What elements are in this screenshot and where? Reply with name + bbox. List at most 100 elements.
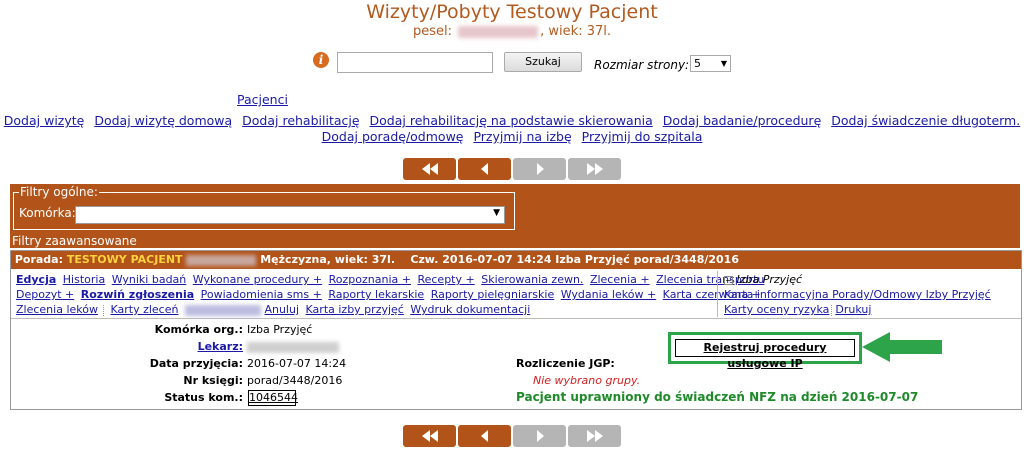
- visit-card-header: Porada: TESTOWY PACJENT Mężczyzna, wiek:…: [11, 251, 1021, 269]
- deposit-link[interactable]: Depozyt +: [16, 288, 74, 301]
- er-card-link[interactable]: Karta izby przyjęć: [306, 303, 404, 316]
- double-right-arrow-icon: [586, 430, 603, 442]
- book-number-label: Nr księgi:: [183, 374, 243, 387]
- prev-page-button[interactable]: [458, 425, 511, 447]
- expand-reports-link[interactable]: Rozwiń zgłoszenia: [81, 288, 194, 301]
- komorka-select[interactable]: ▼: [75, 206, 505, 224]
- add-rehab-referral-link[interactable]: Dodaj rehabilitację na podstawie skierow…: [370, 113, 653, 128]
- page-size-select[interactable]: 5 ▼: [690, 55, 731, 72]
- divider: [102, 304, 105, 316]
- jgp-value: Nie wybrano grupy.: [533, 374, 641, 387]
- visit-menu-row1: Edycja Historia Wyniki badań Wykonane pr…: [16, 273, 767, 286]
- pesel-redacted: [458, 25, 539, 38]
- pager-bottom: [403, 425, 621, 447]
- admission-date-label: Data przyjęcia:: [149, 357, 243, 370]
- admit-hospital-link[interactable]: Przyjmij do szpitala: [582, 129, 703, 144]
- doctor-link[interactable]: Lekarz:: [198, 340, 243, 353]
- chevron-down-icon: ▼: [493, 208, 500, 218]
- first-page-button[interactable]: [403, 425, 456, 447]
- doctor-reports-link[interactable]: Raporty lekarskie: [328, 288, 424, 301]
- last-page-button[interactable]: [568, 425, 621, 447]
- action-links-row1: Dodaj wizytę Dodaj wizytę domową Dodaj r…: [0, 113, 1024, 128]
- referrals-link[interactable]: Skierowania zewn.: [481, 273, 583, 286]
- pesel-redacted: [186, 254, 257, 266]
- test-results-link[interactable]: Wyniki badań: [112, 273, 187, 286]
- print-link[interactable]: Drukuj: [835, 303, 871, 316]
- patient-name: TESTOWY PACJENT: [66, 253, 183, 266]
- risk-cards-link[interactable]: Karty oceny ryzyka: [724, 303, 829, 316]
- sms-link[interactable]: Powiadomienia sms +: [201, 288, 322, 301]
- pager-top: [403, 158, 621, 180]
- divider: [11, 318, 1021, 319]
- drug-issues-link[interactable]: Wydania leków +: [561, 288, 656, 301]
- procedures-link[interactable]: Wykonane procedury +: [193, 273, 322, 286]
- edit-link[interactable]: Edycja: [16, 273, 56, 286]
- right-arrow-icon: [536, 430, 544, 442]
- double-right-arrow-icon: [586, 163, 603, 175]
- collapse-icon[interactable]: −: [724, 276, 733, 285]
- nfz-eligibility: Pacjent uprawniony do świadczeń NFZ na d…: [516, 390, 919, 404]
- status-value-box[interactable]: 1046544: [248, 390, 298, 406]
- search-button[interactable]: Szukaj: [504, 52, 582, 72]
- visit-type-label: Porada:: [14, 253, 64, 266]
- cancel-link[interactable]: Anuluj: [264, 303, 299, 316]
- advanced-filters-toggle[interactable]: Filtry zaawansowane: [12, 234, 137, 248]
- nurse-reports-link[interactable]: Raporty pielęgniarskie: [431, 288, 555, 301]
- er-info-card-link[interactable]: Karta informacyjna Porady/Odmowy Izby Pr…: [724, 288, 991, 301]
- double-left-arrow-icon: [421, 163, 438, 175]
- double-left-arrow-icon: [421, 430, 438, 442]
- admit-er-link[interactable]: Przyjmij na izbę: [473, 129, 571, 144]
- pesel-label: pesel:: [413, 24, 453, 39]
- action-links-row2: Dodaj poradę/odmowę Przyjmij na izbę Prz…: [0, 129, 1024, 144]
- book-number-value: porad/3448/2016: [247, 374, 343, 387]
- next-page-button[interactable]: [513, 425, 566, 447]
- info-icon[interactable]: i: [313, 52, 329, 68]
- doctor-redacted: [247, 342, 339, 353]
- prev-page-button[interactable]: [458, 158, 511, 180]
- right-arrow-icon: [536, 163, 544, 175]
- order-cards-link[interactable]: Karty zleceń: [110, 303, 178, 316]
- status-value[interactable]: 1046544: [249, 391, 298, 404]
- visit-info: Czw. 2016-07-07 14:24 Izba Przyjęć porad…: [410, 253, 739, 266]
- age-text: , wiek: 37l.: [540, 24, 611, 39]
- er-panel-title-text: Izba Przyjęć: [736, 273, 803, 286]
- admission-date-value: 2016-07-07 14:24: [247, 357, 347, 370]
- diagnoses-link[interactable]: Rozpoznania +: [329, 273, 411, 286]
- er-panel-title: − Izba Przyjęć: [724, 273, 802, 286]
- general-filters-legend: Filtry ogólne:: [19, 185, 99, 199]
- left-arrow-icon: [480, 430, 488, 442]
- history-link[interactable]: Historia: [63, 273, 105, 286]
- first-page-button[interactable]: [403, 158, 456, 180]
- add-rehab-link[interactable]: Dodaj rehabilitację: [242, 113, 359, 128]
- status-label: Status kom.:: [164, 391, 243, 404]
- visit-menu-row2: Depozyt + Rozwiń zgłoszenia Powiadomieni…: [16, 288, 764, 301]
- orders-link[interactable]: Zlecenia +: [590, 273, 650, 286]
- add-procedure-link[interactable]: Dodaj badanie/procedurę: [663, 113, 822, 128]
- page-size-label: Rozmiar strony:: [594, 58, 690, 72]
- er-side-panel: − Izba Przyjęć Karta informacyjna Porady…: [717, 271, 1020, 317]
- add-visit-link[interactable]: Dodaj wizytę: [4, 113, 85, 128]
- redacted-link: [184, 304, 261, 316]
- filters-panel: Filtry ogólne: Komórka: ▼ Filtry zaawans…: [10, 184, 1020, 248]
- add-advice-link[interactable]: Dodaj poradę/odmowę: [322, 129, 464, 144]
- search-input[interactable]: [337, 52, 493, 73]
- drug-orders-link[interactable]: Zlecenia leków: [16, 303, 98, 316]
- register-procedures-label: Rejestruj procedury usługowe IP: [703, 341, 827, 370]
- left-arrow-icon: [480, 163, 488, 175]
- add-longterm-link[interactable]: Dodaj świadczenie długoterm.: [831, 113, 1020, 128]
- prescriptions-link[interactable]: Recepty +: [417, 273, 474, 286]
- print-documentation-link[interactable]: Wydruk dokumentacji: [410, 303, 530, 316]
- next-page-button[interactable]: [513, 158, 566, 180]
- komorka-org-label: Komórka org.:: [154, 323, 243, 336]
- visit-menu-row3: Zlecenia leków Karty zleceń Anuluj Karta…: [16, 303, 533, 316]
- green-arrow-icon: [862, 332, 942, 362]
- register-procedures-button[interactable]: Rejestruj procedury usługowe IP: [675, 339, 855, 370]
- patient-info: Mężczyzna, wiek: 37l.: [260, 253, 395, 266]
- page-title: Wizyty/Pobyty Testowy Pacjent: [366, 1, 658, 23]
- jgp-label: Rozliczenie JGP:: [516, 357, 615, 370]
- patient-subtitle: pesel: , wiek: 37l.: [0, 24, 1024, 39]
- patients-link[interactable]: Pacjenci: [237, 92, 288, 107]
- add-home-visit-link[interactable]: Dodaj wizytę domową: [94, 113, 232, 128]
- last-page-button[interactable]: [568, 158, 621, 180]
- chevron-down-icon: ▼: [720, 59, 727, 68]
